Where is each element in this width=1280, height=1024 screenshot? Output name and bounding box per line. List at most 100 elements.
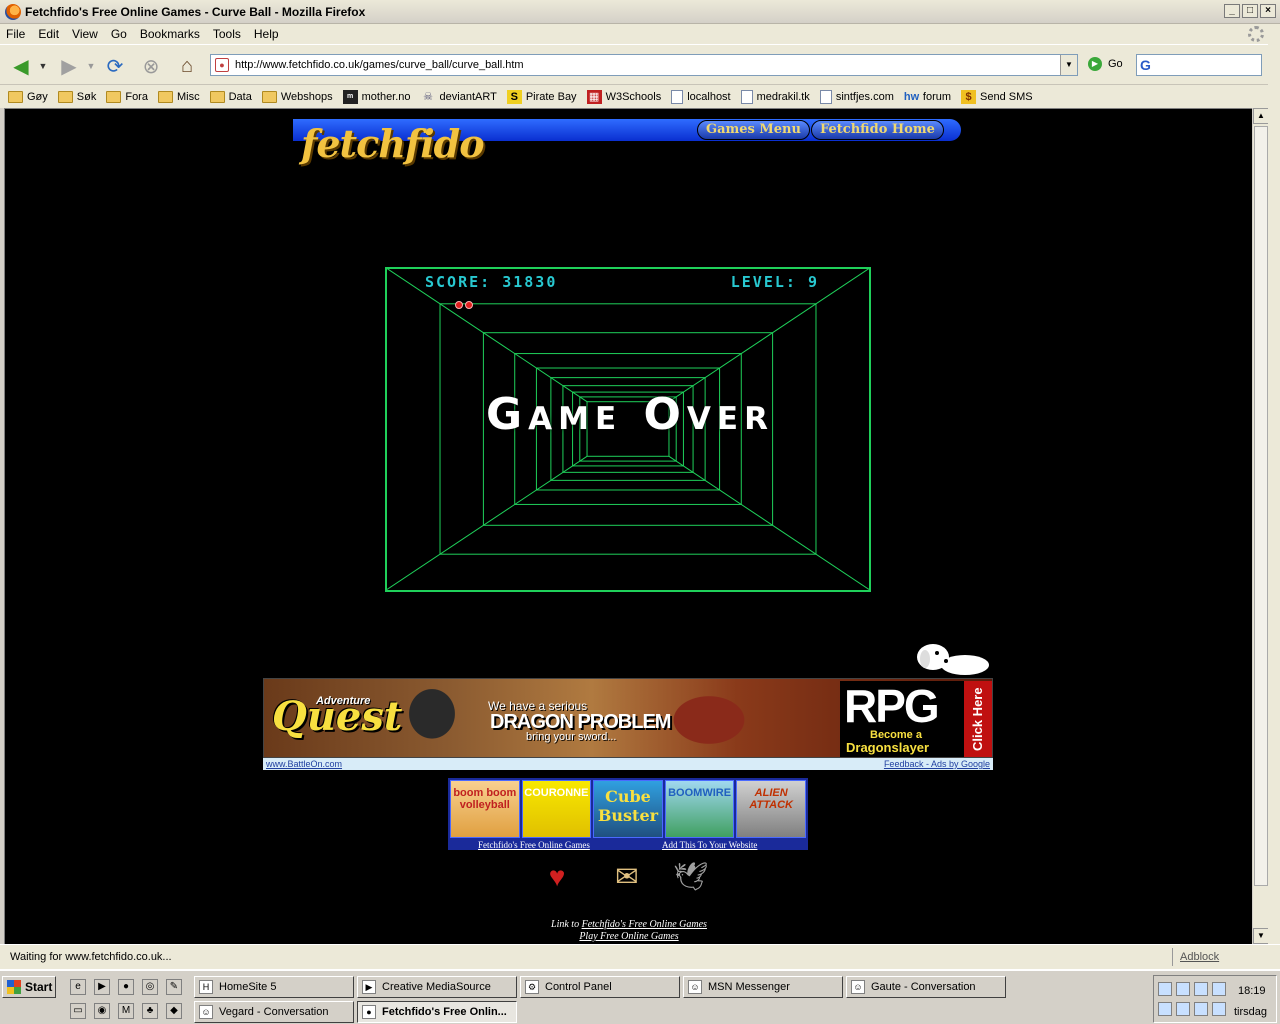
quicklaunch-opera-icon[interactable]: ◎ [142,979,158,995]
windows-taskbar: Start e ▶ ● ◎ ✎ ▭ ◉ M ♣ ◆ H HomeSite 5 ▶ C… [0,969,1280,1024]
quicklaunch-ie-icon[interactable]: e [70,979,86,995]
email-envelope-icon[interactable]: ✉ [603,857,651,897]
curve-ball-game[interactable]: SCORE: 31830 LEVEL: 9 Game Over [385,267,871,592]
task-msn-messenger[interactable]: ☺ MSN Messenger [683,976,843,998]
thumb-couronne[interactable]: COURONNE [521,780,592,838]
task-gaute-conversation[interactable]: ☺ Gaute - Conversation [846,976,1006,998]
window-titlebar: Fetchfido's Free Online Games - Curve Ba… [0,0,1280,24]
tray-user-icon[interactable] [1158,982,1172,996]
adventure-quest-banner[interactable]: Quest Adventure We have a serious DRAGON… [263,678,993,758]
bookmark-misc[interactable]: Misc [157,90,200,103]
menu-help[interactable]: Help [254,27,279,41]
thumb-boomwire[interactable]: BOOMWIRE [664,780,735,838]
task-homesite[interactable]: H HomeSite 5 [194,976,354,998]
fetchfido-home-link[interactable]: Fetchfido Home [811,120,944,140]
scroll-thumb[interactable] [1254,126,1268,886]
close-button[interactable]: × [1260,4,1276,18]
quicklaunch-winrar-icon[interactable]: ◆ [166,1003,182,1019]
task-vegard-conversation[interactable]: ☺ Vegard - Conversation [194,1001,354,1023]
go-button[interactable]: ▶ Go [1088,57,1123,71]
quicklaunch-desktop-icon[interactable]: ▭ [70,1003,86,1019]
control-panel-icon: ⚙ [525,980,539,994]
thumb-volleyball[interactable]: boom boom volleyball [450,780,520,838]
fetchfido-logo[interactable]: fetchfido [301,121,485,166]
quicklaunch-game-icon[interactable]: ♣ [142,1003,158,1019]
play-free-games-link[interactable]: Play Free Online Games [579,931,678,942]
bookmark-webshops[interactable]: Webshops [261,90,333,103]
menu-bookmarks[interactable]: Bookmarks [140,27,200,41]
menu-view[interactable]: View [72,27,98,41]
link-to-prefix: Link to [551,919,582,930]
vertical-scrollbar[interactable]: ▲ ▼ [1252,108,1269,944]
quicklaunch-explorer-icon[interactable]: ◉ [94,1003,110,1019]
bookmark-deviantart[interactable]: ☠ deviantART [421,90,497,104]
add-to-website-link[interactable]: Add This To Your Website [662,839,757,851]
tray-mail-icon[interactable] [1158,1002,1172,1016]
tray-monitor-icon[interactable] [1176,982,1190,996]
forum-icon: hw [903,90,920,103]
tunnel-edge [668,455,869,590]
pigeon-icon[interactable]: 🕊 [667,857,715,897]
games-menu-link[interactable]: Games Menu [697,120,810,140]
free-online-games-link[interactable]: Fetchfido's Free Online Games [478,839,590,851]
quicklaunch-tool-icon[interactable]: ✎ [166,979,182,995]
adblock-button[interactable]: Adblock [1180,951,1219,963]
ads-by-google-link[interactable]: Feedback - Ads by Google [884,758,990,770]
bookmark-localhost[interactable]: localhost [671,89,731,104]
bookmark-w3schools[interactable]: ▦ W3Schools [586,89,661,104]
scroll-down-icon[interactable]: ▼ [1253,928,1269,944]
start-button[interactable]: Start [2,976,56,998]
bookmark-goy[interactable]: Gøy [8,90,48,103]
bookmark-sendsms[interactable]: $ Send SMS [961,89,1033,104]
menu-tools[interactable]: Tools [213,27,241,41]
link-to-fetchfido[interactable]: Fetchfido's Free Online Games [582,919,707,930]
tray-security-icon[interactable] [1176,1002,1190,1016]
minimize-button[interactable]: _ [1224,4,1240,18]
bookmark-forum[interactable]: hw forum [904,90,951,104]
task-control-panel[interactable]: ⚙ Control Panel [520,976,680,998]
quicklaunch-mq-icon[interactable]: M [118,1003,134,1019]
maximize-button[interactable]: □ [1242,4,1258,18]
ad-click-here[interactable]: Click Here [964,681,992,757]
tray-clock[interactable]: 18:19 [1238,985,1266,997]
tray-network-icon[interactable] [1212,1002,1226,1016]
home-icon[interactable]: ⌂ [174,53,200,79]
menu-file[interactable]: File [6,27,25,41]
bookmark-mother[interactable]: m mother.no [342,89,411,104]
thumb-alien-attack[interactable]: ALIEN ATTACK [736,780,806,838]
favorite-heart-icon[interactable]: ♥ [533,857,581,897]
menu-edit[interactable]: Edit [38,27,59,41]
task-firefox-active[interactable]: ● Fetchfido's Free Onlin... [357,1001,517,1023]
back-arrow-icon[interactable]: ◀ [8,53,34,79]
forward-arrow-icon[interactable]: ▶ [56,53,82,79]
site-header: fetchfido Games Menu Fetchfido Home [293,119,961,166]
lives-indicator [455,301,473,309]
menu-go[interactable]: Go [111,27,127,41]
sms-icon: $ [961,89,977,104]
bookmark-piratebay[interactable]: S Pirate Bay [506,89,577,104]
search-input[interactable]: G [1136,54,1262,76]
url-text[interactable]: http://www.fetchfido.co.uk/games/curve_b… [235,59,524,71]
task-creative-mediasource[interactable]: ▶ Creative MediaSource [357,976,517,998]
quicklaunch-media-icon[interactable]: ▶ [94,979,110,995]
back-dropdown-icon[interactable]: ▼ [36,53,50,79]
bookmark-fora[interactable]: Fora [106,90,148,103]
menu-bar: File Edit View Go Bookmarks Tools Help [0,24,1280,44]
stop-icon[interactable]: ⊗ [138,53,164,79]
address-bar[interactable]: ● http://www.fetchfido.co.uk/games/curve… [210,54,1078,76]
bookmark-sintfjes[interactable]: sintfjes.com [819,89,894,104]
url-dropdown-icon[interactable]: ▼ [1060,55,1077,75]
battleon-link[interactable]: www.BattleOn.com [266,758,342,770]
scroll-up-icon[interactable]: ▲ [1253,108,1269,124]
tray-globe-icon[interactable] [1194,982,1208,996]
bookmark-data[interactable]: Data [209,90,252,103]
thumb-cube-buster[interactable]: Cube Buster [593,780,663,838]
forward-dropdown-icon[interactable]: ▼ [84,53,98,79]
go-label: Go [1108,58,1123,70]
tray-bluetooth-icon[interactable] [1212,982,1226,996]
tray-volume-icon[interactable] [1194,1002,1208,1016]
quicklaunch-firefox-icon[interactable]: ● [118,979,134,995]
reload-icon[interactable]: ⟳ [102,53,128,79]
bookmark-sok[interactable]: Søk [57,90,96,103]
bookmark-medrakil[interactable]: medrakil.tk [740,89,810,104]
